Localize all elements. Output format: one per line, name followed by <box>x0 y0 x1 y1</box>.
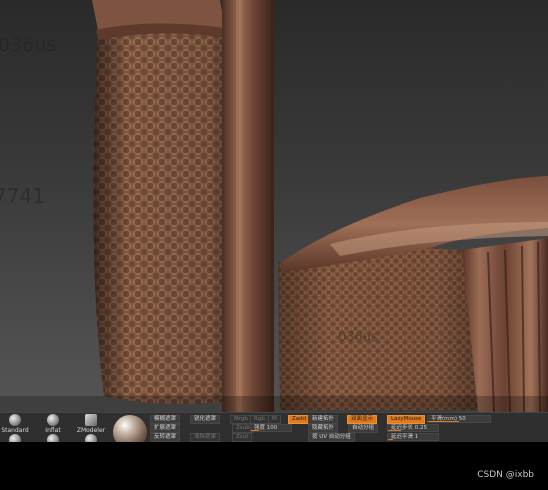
brush-label: Standard <box>1 427 29 434</box>
brush-label: ZModeler <box>76 427 106 434</box>
slider-fill <box>388 439 393 440</box>
mask-grow-button[interactable]: 扩展遮罩 <box>150 424 181 433</box>
lazy-step-slider[interactable]: 延迟步长 0.25 <box>387 424 439 432</box>
auto-group-button[interactable]: 自动分组 <box>348 424 379 433</box>
mask-soften-button[interactable]: 模糊遮罩 <box>150 415 181 424</box>
app-window: { "watermarks": ["036us", "7741", "036us… <box>0 0 548 490</box>
slider-label: 延迟平滑 1 <box>391 434 419 440</box>
toggle-rgb[interactable]: Rgb <box>250 415 269 424</box>
bottom-tool-shelf: Standard Inflat ZModeler 模糊遮罩 锐化遮罩 扩展遮罩 … <box>0 412 548 443</box>
brush-zmodeler[interactable]: ZModeler <box>76 414 106 434</box>
mask-invert-button[interactable]: 反转遮罩 <box>150 433 181 442</box>
brush-inflat-icon <box>47 414 59 426</box>
toggle-zcut[interactable]: Zcut <box>232 433 253 442</box>
mask-sharpen-button[interactable]: 锐化遮罩 <box>190 415 221 424</box>
toggle-m[interactable]: M <box>268 415 281 424</box>
toggle-zadd[interactable]: Zadd <box>288 415 311 424</box>
footer-area: CSDN @ixbb <box>0 442 548 490</box>
watermark-text: 7741 <box>0 184 45 208</box>
chainmail-render <box>0 0 548 412</box>
toggle-mrgb[interactable]: Mrgb <box>230 415 252 424</box>
3d-viewport[interactable]: 036us 7741 036us <box>0 0 548 412</box>
topology-hide-button[interactable]: 隐藏拓扑 <box>308 424 339 433</box>
solo-mode-button[interactable]: 双面显示 <box>347 415 378 424</box>
lazy-smooth-slider[interactable]: 延迟平滑 1 <box>387 433 439 441</box>
brush-inflat[interactable]: Inflat <box>38 414 68 434</box>
uv-auto-group-button[interactable]: 按 UV 自动分组 <box>308 433 355 442</box>
credit-text: CSDN @ixbb <box>477 470 534 480</box>
watermark-text: 036us <box>338 330 378 345</box>
lazymouse-button[interactable]: LazyMouse <box>387 415 426 424</box>
brush-zmodeler-icon <box>85 414 97 426</box>
material-sphere[interactable] <box>113 415 147 443</box>
slider-fill <box>251 430 259 431</box>
slider-fill <box>388 430 401 431</box>
radius-slider[interactable]: 平滑(mm) 50 <box>427 415 491 423</box>
brush-standard-icon <box>9 414 21 426</box>
topology-new-button[interactable]: 新建拓扑 <box>308 415 339 424</box>
brush-standard[interactable]: Standard <box>0 414 30 434</box>
slider-fill <box>428 421 459 422</box>
watermark-text: 036us <box>0 34 57 56</box>
intensity-slider[interactable]: 强度 100 <box>250 424 292 432</box>
mask-clear-button[interactable]: 清除遮罩 <box>190 433 221 442</box>
vertical-pole <box>222 0 274 412</box>
brush-label: Inflat <box>45 427 61 434</box>
